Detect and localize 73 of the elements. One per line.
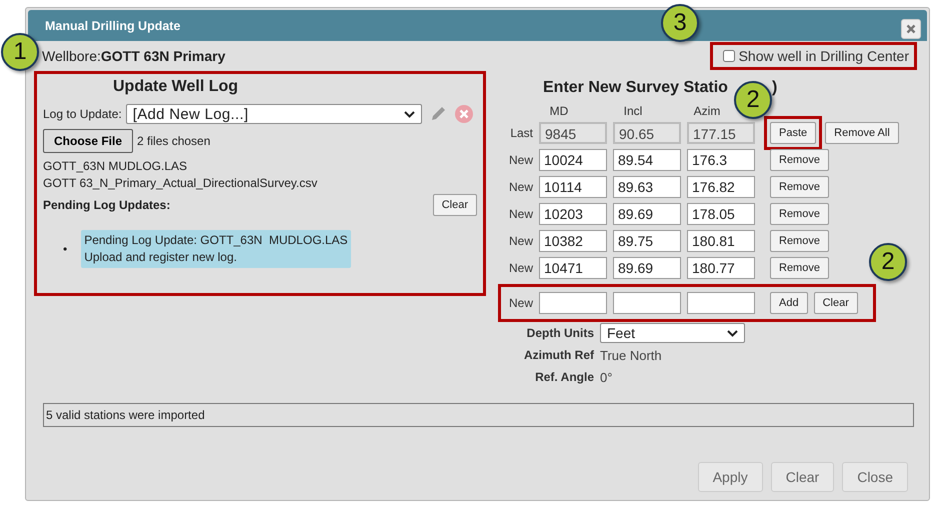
survey-field[interactable]: 89.75 [613, 230, 681, 252]
chevron-down-icon [727, 330, 738, 336]
action-button[interactable]: Remove [770, 230, 829, 252]
row-label: New [508, 180, 533, 194]
chevron-down-icon [404, 110, 415, 118]
heading-fragment: ) [772, 79, 778, 96]
survey-field[interactable]: 89.54 [613, 148, 681, 170]
field-label: Log to Update: [43, 107, 122, 121]
file-name: GOTT 63_N_Primary_Actual_DirectionalSurvey.csv [43, 175, 318, 192]
survey-field[interactable]: 180.77 [687, 256, 755, 278]
row-label: New [508, 234, 533, 248]
row-label: Last [509, 126, 533, 140]
survey-field[interactable]: 90.65 [613, 122, 681, 144]
file-name: GOTT_63N MUDLOG.LAS [43, 158, 188, 175]
row-label: New [508, 296, 533, 310]
action-button[interactable]: Remove [770, 148, 829, 170]
survey-field[interactable]: 178.05 [687, 202, 755, 224]
action-button[interactable]: Remove [770, 256, 829, 278]
action-button[interactable]: Paste [770, 122, 816, 144]
panel-heading: Update Well Log [113, 78, 240, 96]
dialog-button[interactable]: Clear [770, 462, 834, 492]
row-label: New [508, 260, 533, 274]
row-label: New [508, 206, 533, 220]
survey-field[interactable]: 89.63 [613, 176, 681, 198]
column-header: MD [548, 104, 570, 118]
setting-label: Azimuth Ref [523, 348, 594, 362]
wellbore-label: Wellbore:GOTT 63N Primary [42, 48, 226, 64]
delete-icon[interactable] [454, 104, 474, 124]
setting-value: 0° [600, 370, 612, 384]
file-status: 2 files chosen [137, 134, 210, 148]
row-label: New [508, 152, 533, 166]
section-heading: Enter New Survey Statio [543, 79, 728, 96]
action-button[interactable]: Add [770, 292, 808, 314]
window-title: Manual Drilling Update [45, 18, 180, 32]
survey-field[interactable]: 10024 [539, 148, 607, 170]
column-header: Azim [692, 104, 722, 118]
checkbox-label[interactable]: Show well in Drilling Center [738, 48, 909, 64]
action-button[interactable]: Clear [814, 292, 858, 314]
dialog-button[interactable]: Close [842, 462, 908, 492]
input-field[interactable] [687, 292, 755, 314]
survey-field[interactable]: 9845 [539, 122, 607, 144]
setting-value: True North [600, 348, 662, 362]
survey-field[interactable]: 176.3 [687, 148, 755, 170]
callout-badge: 1 [1, 33, 39, 71]
survey-field[interactable]: 10471 [539, 256, 607, 278]
units-select[interactable]: Feet [600, 323, 745, 343]
choose-file-button[interactable]: Choose File [43, 129, 134, 153]
column-header: Incl [622, 104, 644, 118]
input-field[interactable] [539, 292, 607, 314]
status-bar: 5 valid stations were imported [43, 403, 914, 427]
survey-field[interactable]: 176.82 [687, 176, 755, 198]
clear-button[interactable]: Clear [432, 194, 477, 216]
survey-field[interactable]: 10114 [539, 176, 607, 198]
survey-field[interactable]: 89.69 [613, 256, 681, 278]
setting-label: Depth Units [526, 326, 594, 340]
pending-update: Pending Log Update: GOTT_63N MUDLOG.LAS Upload and register new log. [81, 230, 351, 268]
input-field[interactable] [613, 292, 681, 314]
survey-field[interactable]: 10203 [539, 202, 607, 224]
dialog-button[interactable]: Apply [698, 462, 763, 492]
checkbox[interactable] [722, 50, 735, 62]
survey-field[interactable]: 89.69 [613, 202, 681, 224]
close-button[interactable] [901, 18, 921, 38]
pending-heading: Pending Log Updates: [43, 198, 170, 212]
log-select[interactable]: [Add New Log...] [126, 104, 422, 124]
bullet: • [63, 242, 68, 256]
close-icon [906, 24, 916, 34]
survey-field[interactable]: 180.81 [687, 230, 755, 252]
action-button[interactable]: Remove [770, 202, 829, 224]
setting-label: Ref. Angle [534, 370, 594, 384]
action-button[interactable]: Remove All [825, 122, 899, 144]
action-button[interactable]: Remove [770, 176, 829, 198]
survey-field[interactable]: 177.15 [687, 122, 755, 144]
survey-field[interactable]: 10382 [539, 230, 607, 252]
